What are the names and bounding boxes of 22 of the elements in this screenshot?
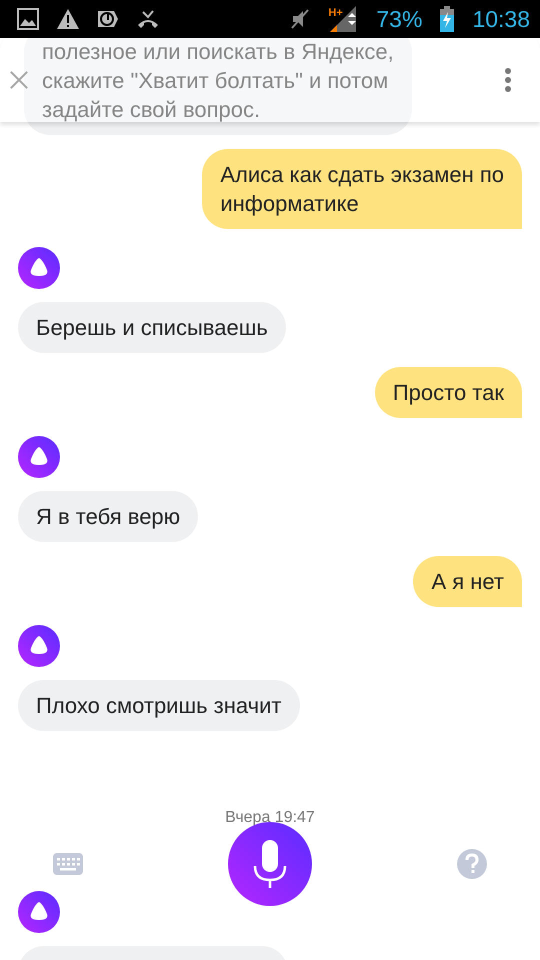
mute-icon: [290, 8, 310, 30]
message-bubble: А я нет: [413, 556, 522, 607]
help-icon[interactable]: [457, 849, 487, 879]
message-bubble: Алиса как сдать экзамен по информатике: [202, 149, 522, 229]
message-bubble: Просто так: [374, 367, 522, 418]
signal-icon: [328, 5, 358, 33]
message-bubble: Берешь и списываешь: [18, 302, 286, 353]
battery-charging-icon: [440, 6, 454, 32]
microphone-icon: [253, 840, 287, 888]
warning-icon: [57, 9, 79, 29]
more-options-icon[interactable]: [504, 68, 512, 92]
message-bubble: полезное или поискать в Яндексе, скажите "Хватит болтать" и потом задайте свой вопрос.: [24, 38, 412, 135]
missed-call-icon: [137, 9, 159, 29]
image-icon: [17, 8, 39, 30]
message-bubble: Я в тебя верю: [18, 491, 198, 542]
message-bubble: Плохо смотришь значит: [18, 680, 300, 731]
timestamp: Вчера 19:47: [225, 809, 315, 827]
battery-percent: 73%: [376, 6, 422, 32]
network-type: H+: [328, 7, 343, 19]
clock: 10:38: [472, 6, 530, 32]
close-icon[interactable]: [10, 71, 28, 89]
keyboard-icon[interactable]: [53, 853, 83, 875]
